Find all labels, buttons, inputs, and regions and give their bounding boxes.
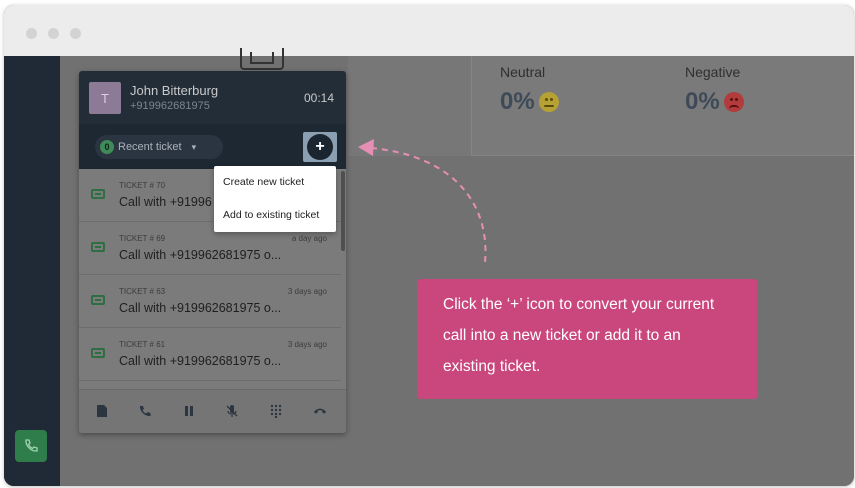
instruction-tooltip: Click the ‘+’ icon to convert your curre… xyxy=(417,279,758,399)
pointer-arrow xyxy=(358,139,487,263)
browser-chrome xyxy=(4,5,854,56)
app-area: Neutral 0% Negative 0% T John Bitterburg… xyxy=(4,48,854,486)
window-maximize-dot[interactable] xyxy=(70,28,81,39)
arrow-head-icon xyxy=(358,139,374,156)
window-minimize-dot[interactable] xyxy=(48,28,59,39)
browser-window: Neutral 0% Negative 0% T John Bitterburg… xyxy=(4,5,854,486)
window-close-dot[interactable] xyxy=(26,28,37,39)
